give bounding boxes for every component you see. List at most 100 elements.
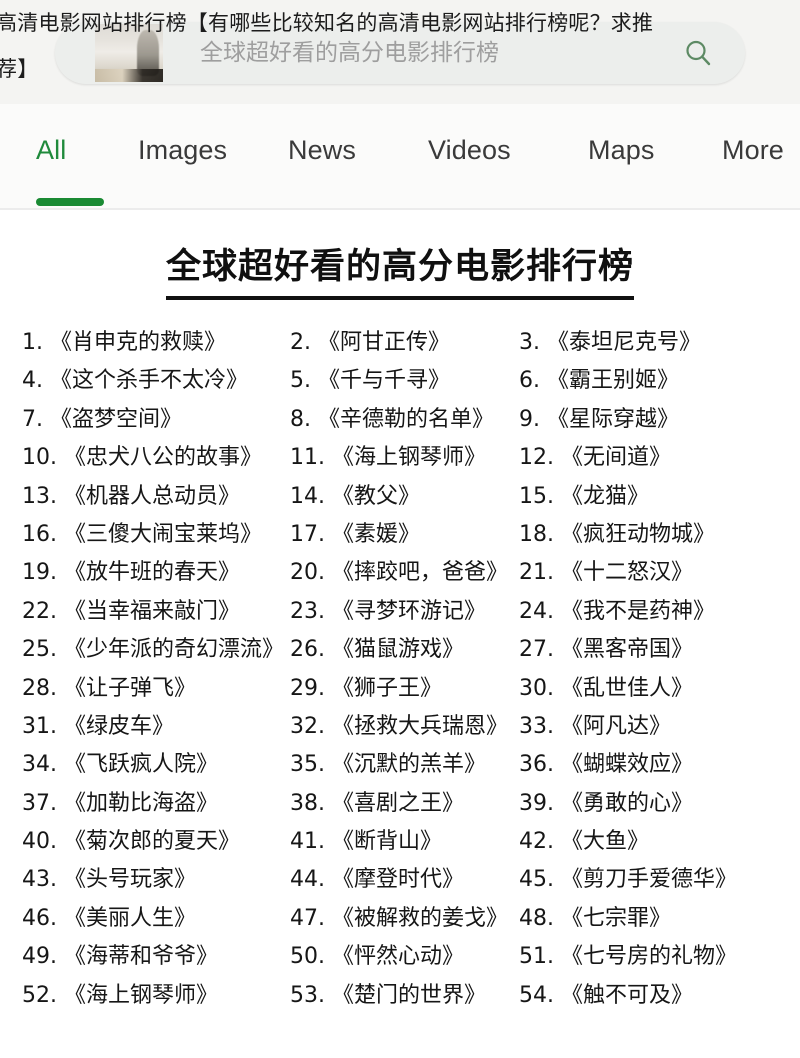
movie-row: 28. 《让子弹飞》 29. 《狮子王》 30. 《乱世佳人》 — [0, 670, 800, 708]
movie-rank: 13. — [22, 483, 57, 509]
movie-entry: 37. 《加勒比海盗》 — [22, 785, 218, 823]
movie-rank: 40. — [22, 829, 57, 855]
tab-images[interactable]: Images — [138, 130, 227, 170]
movie-entry: 6. 《霸王别姬》 — [519, 362, 679, 400]
movie-rank: 45. — [519, 867, 554, 893]
movie-entry: 48. 《七宗罪》 — [519, 900, 671, 938]
movie-title: 《绿皮车》 — [64, 713, 175, 739]
ranking-title-wrap: 全球超好看的高分电影排行榜 — [0, 238, 800, 300]
page-title: 高清电影网站排行榜【有哪些比较知名的高清电影网站排行榜呢？求推 荐】 — [0, 0, 800, 92]
movie-entry: 12. 《无间道》 — [519, 439, 671, 477]
movie-rank: 18. — [519, 521, 554, 547]
movie-rank: 12. — [519, 445, 554, 471]
movie-entry: 4. 《这个杀手不太冷》 — [22, 362, 248, 400]
movie-entry: 34. 《飞跃疯人院》 — [22, 746, 218, 784]
movie-entry: 27. 《黑客帝国》 — [519, 631, 693, 669]
movie-title: 《黑客帝国》 — [561, 637, 694, 663]
movie-row: 10. 《忠犬八公的故事》 11. 《海上钢琴师》 12. 《无间道》 — [0, 439, 800, 477]
movie-title: 《七号房的礼物》 — [561, 944, 738, 970]
movie-entry: 38. 《喜剧之王》 — [290, 785, 464, 823]
movie-rank: 23. — [290, 598, 325, 624]
movie-entry: 20. 《摔跤吧，爸爸》 — [290, 554, 508, 592]
movie-rank: 15. — [519, 483, 554, 509]
movie-entry: 22. 《当幸福来敲门》 — [22, 593, 240, 631]
movie-title: 《拯救大兵瑞恩》 — [332, 713, 509, 739]
movie-title: 《楚门的世界》 — [332, 982, 487, 1008]
movie-entry: 31. 《绿皮车》 — [22, 708, 174, 746]
movie-rank: 19. — [22, 560, 57, 586]
tab-all[interactable]: All — [36, 130, 66, 170]
movie-row: 25. 《少年派的奇幻漂流》 26. 《猫鼠游戏》 27. 《黑客帝国》 — [0, 631, 800, 669]
movie-title: 《盗梦空间》 — [50, 406, 183, 432]
movie-rank: 24. — [519, 598, 554, 624]
ranking-title: 全球超好看的高分电影排行榜 — [165, 238, 634, 300]
movie-ranking-grid: 1. 《肖申克的救赎》 2. 《阿甘正传》 3. 《泰坦尼克号》 4. 《这个杀手不太… — [0, 324, 800, 1015]
movie-entry: 46. 《美丽人生》 — [22, 900, 196, 938]
movie-title: 《辛德勒的名单》 — [318, 406, 495, 432]
movie-rank: 27. — [519, 637, 554, 663]
tab-list: All Images News Videos Maps More — [0, 130, 800, 186]
movie-row: 37. 《加勒比海盗》 38. 《喜剧之王》 39. 《勇敢的心》 — [0, 785, 800, 823]
movie-rank: 38. — [290, 790, 325, 816]
movie-title: 《美丽人生》 — [64, 905, 197, 931]
movie-rank: 21. — [519, 560, 554, 586]
movie-rank: 36. — [519, 752, 554, 778]
movie-rank: 11. — [290, 445, 325, 471]
tab-maps[interactable]: Maps — [588, 130, 654, 170]
movie-rank: 47. — [290, 905, 325, 931]
movie-entry: 36. 《蝴蝶效应》 — [519, 746, 693, 784]
movie-rank: 14. — [290, 483, 325, 509]
result-content-card: 全球超好看的高分电影排行榜 1. 《肖申克的救赎》 2. 《阿甘正传》 3. 《泰坦… — [0, 210, 800, 1058]
movie-entry: 19. 《放牛班的春天》 — [22, 554, 240, 592]
tab-more[interactable]: More — [722, 130, 784, 170]
movie-entry: 44. 《摩登时代》 — [290, 861, 464, 899]
movie-rank: 31. — [22, 713, 57, 739]
movie-entry: 33. 《阿凡达》 — [519, 708, 671, 746]
movie-title: 《怦然心动》 — [332, 944, 465, 970]
movie-entry: 9. 《星际穿越》 — [519, 401, 679, 439]
movie-title: 《被解救的姜戈》 — [332, 905, 509, 931]
movie-rank: 39. — [519, 790, 554, 816]
tab-news[interactable]: News — [288, 130, 356, 170]
movie-row: 49. 《海蒂和爷爷》 50. 《怦然心动》 51. 《七号房的礼物》 — [0, 938, 800, 976]
movie-title: 《乱世佳人》 — [561, 675, 694, 701]
movie-title: 《海上钢琴师》 — [332, 445, 487, 471]
movie-title: 《泰坦尼克号》 — [547, 330, 702, 355]
movie-entry: 7. 《盗梦空间》 — [22, 401, 182, 439]
movie-entry: 29. 《狮子王》 — [290, 670, 442, 708]
movie-entry: 32. 《拯救大兵瑞恩》 — [290, 708, 508, 746]
movie-rank: 32. — [290, 713, 325, 739]
movie-title: 《这个杀手不太冷》 — [50, 368, 249, 394]
tab-active-indicator — [36, 198, 104, 206]
movie-rank: 52. — [22, 982, 57, 1008]
movie-title: 《菊次郎的夏天》 — [64, 829, 241, 855]
movie-entry: 26. 《猫鼠游戏》 — [290, 631, 464, 669]
movie-rank: 43. — [22, 867, 57, 893]
movie-title: 《放牛班的春天》 — [64, 560, 241, 586]
movie-entry: 10. 《忠犬八公的故事》 — [22, 439, 262, 477]
movie-rank: 50. — [290, 944, 325, 970]
movie-title: 《机器人总动员》 — [64, 483, 241, 509]
movie-title: 《当幸福来敲门》 — [64, 598, 241, 624]
movie-title: 《千与千寻》 — [318, 368, 451, 394]
movie-rank: 33. — [519, 713, 554, 739]
movie-title: 《十二怒汉》 — [561, 560, 694, 586]
movie-row: 19. 《放牛班的春天》 20. 《摔跤吧，爸爸》 21. 《十二怒汉》 — [0, 554, 800, 592]
movie-entry: 18. 《疯狂动物城》 — [519, 516, 715, 554]
movie-rank: 3. — [519, 330, 540, 355]
movie-entry: 39. 《勇敢的心》 — [519, 785, 693, 823]
movie-rank: 1. — [22, 330, 43, 355]
movie-entry: 50. 《怦然心动》 — [290, 938, 464, 976]
movie-entry: 16. 《三傻大闹宝莱坞》 — [22, 516, 262, 554]
movie-rank: 44. — [290, 867, 325, 893]
movie-entry: 43. 《头号玩家》 — [22, 861, 196, 899]
movie-rank: 53. — [290, 982, 325, 1008]
movie-entry: 2. 《阿甘正传》 — [290, 324, 450, 362]
movie-title: 《飞跃疯人院》 — [64, 752, 219, 778]
movie-title: 《三傻大闹宝莱坞》 — [64, 521, 263, 547]
movie-title: 《少年派的奇幻漂流》 — [64, 637, 285, 663]
movie-title: 《素媛》 — [332, 521, 421, 547]
tab-videos[interactable]: Videos — [428, 130, 511, 170]
movie-title: 《肖申克的救赎》 — [50, 330, 227, 355]
movie-title: 《我不是药神》 — [561, 598, 716, 624]
